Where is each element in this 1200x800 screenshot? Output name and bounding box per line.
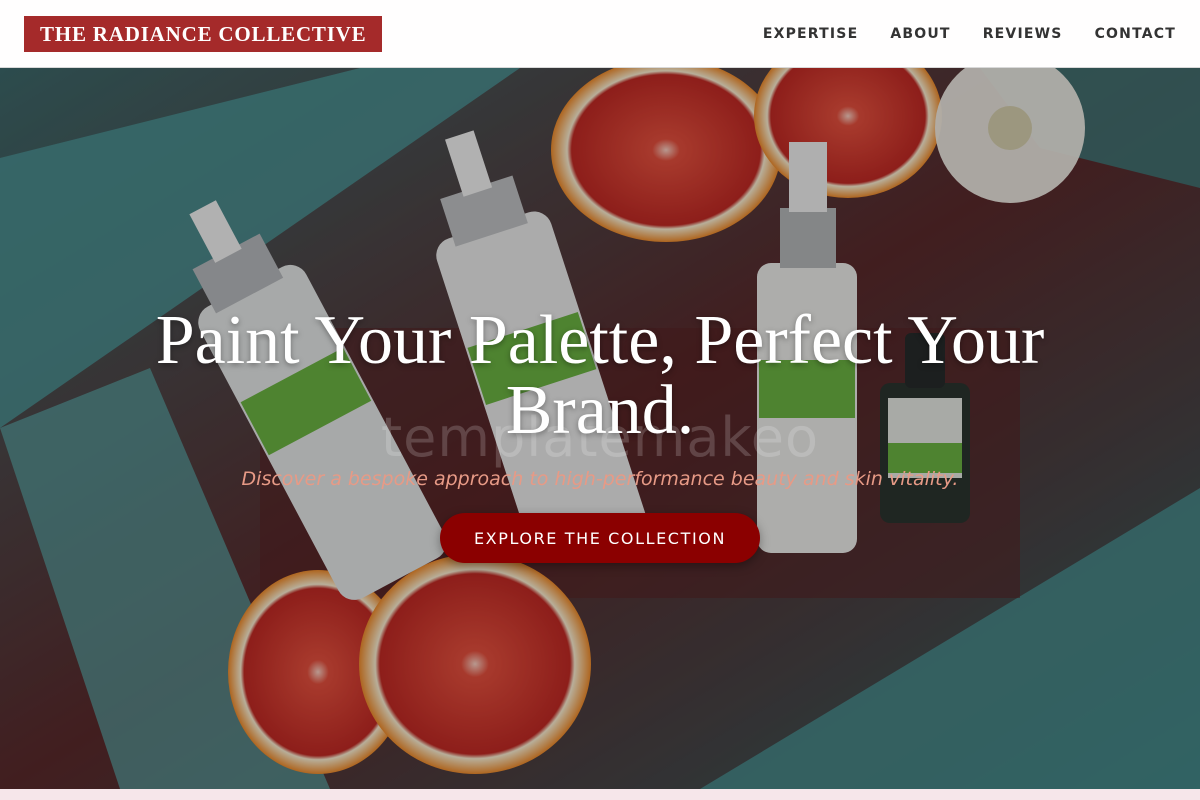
nav-link-reviews[interactable]: REVIEWS [983,26,1063,42]
page-bottom-strip [0,789,1200,800]
explore-collection-button[interactable]: EXPLORE THE COLLECTION [440,513,760,563]
brand-logo[interactable]: THE RADIANCE COLLECTIVE [24,16,383,52]
hero-section: templatemakeo Paint Your Palette, Perfec… [0,68,1200,789]
nav-link-about[interactable]: ABOUT [890,26,950,42]
nav-link-expertise[interactable]: EXPERTISE [763,26,859,42]
navbar: THE RADIANCE COLLECTIVE EXPERTISE ABOUT … [0,0,1200,68]
hero-subtitle: Discover a bespoke approach to high-perf… [241,468,959,490]
nav-link-contact[interactable]: CONTACT [1095,26,1176,42]
nav-links: EXPERTISE ABOUT REVIEWS CONTACT [731,0,1176,68]
hero-headline: Paint Your Palette, Perfect Your Brand. [155,302,1045,449]
